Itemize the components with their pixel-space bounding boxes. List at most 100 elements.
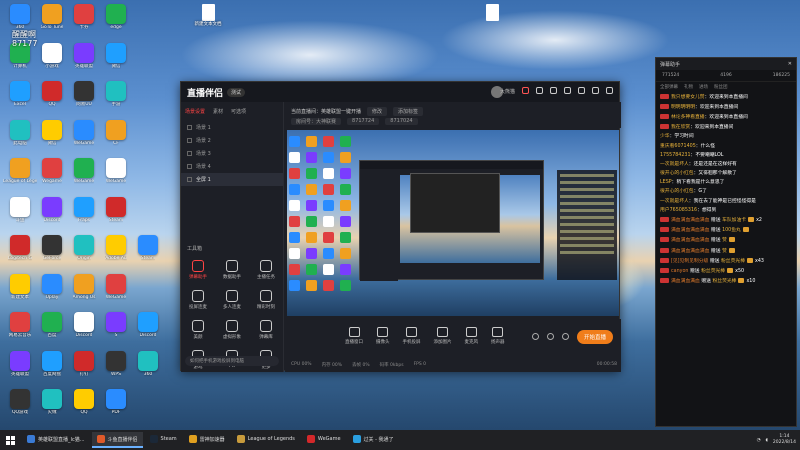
danmaku-message[interactable]: LESP：稍下看我是什么意思了 <box>656 179 796 188</box>
eye-icon[interactable] <box>187 177 192 182</box>
desktop-app-icon[interactable]: Steam <box>100 196 132 223</box>
eye-icon[interactable] <box>187 164 192 169</box>
filter-gift[interactable]: 礼物 <box>684 84 693 90</box>
danmaku-message[interactable]: 很开心的小红包：G了 <box>656 188 796 197</box>
danmaku-message[interactable]: 满血满血满血满血 赠送 赞 <box>656 236 796 246</box>
danmaku-message[interactable]: 用户765085316：想得到 <box>656 206 796 215</box>
mobile-cast-hint[interactable]: 如何把手机游戏投屏到电脑 <box>185 356 279 366</box>
source-control[interactable]: 摄像头 <box>376 327 390 345</box>
desktop-app-icon[interactable]: QQ <box>36 81 68 107</box>
mail-icon[interactable] <box>536 87 543 94</box>
desktop-app-icon[interactable]: Wegame <box>36 158 68 184</box>
add-tag-button[interactable]: 添加标签 <box>393 107 424 116</box>
danmaku-message[interactable]: 我在欣赏：欢迎来到本直播间 <box>656 123 796 133</box>
source-control[interactable]: 手机投屏 <box>403 327 421 345</box>
go-live-button[interactable]: 开始直播 <box>577 330 613 344</box>
scene-item[interactable]: 场景 2 <box>181 134 283 147</box>
tool-button[interactable]: 数据助手 <box>215 260 249 280</box>
tab-options[interactable]: 可选项 <box>231 108 246 115</box>
desktop-app-icon[interactable]: 钉钉 <box>68 350 100 377</box>
desktop-app-icon[interactable]: 百度 <box>36 312 68 338</box>
desktop-app-icon[interactable]: Among Us <box>68 273 100 300</box>
desktop-app-icon[interactable]: S <box>100 312 132 338</box>
start-button[interactable] <box>0 430 20 450</box>
tool-button[interactable]: 投屏连麦 <box>181 290 215 310</box>
desktop-app-icon[interactable]: 百度网盘 <box>36 350 68 377</box>
desktop-file-icon[interactable]: 新建文本文档 <box>195 4 222 27</box>
desktop-app-icon[interactable]: Origin <box>68 235 100 261</box>
taskbar-app[interactable]: WeGame <box>302 432 346 448</box>
filter-all[interactable]: 全部弹幕 <box>660 84 678 90</box>
danmaku-list[interactable]: 我只想要女儿赞：欢迎来到本直播间 明明明明明：欢迎来到本直播间 林论多神看直播：欢迎… <box>656 92 796 287</box>
danmaku-message[interactable]: 林论多神看直播：欢迎来到本直播间 <box>656 112 796 122</box>
scene-item[interactable]: 场景 1 <box>181 121 283 134</box>
danmaku-message[interactable]: 明明明明明：欢迎来到本直播间 <box>656 102 796 112</box>
desktop-app-icon[interactable]: 斗鱼 <box>4 196 36 223</box>
network-icon[interactable]: ◔ <box>757 438 761 443</box>
taskbar-app[interactable]: 雷神加速器 <box>184 432 230 448</box>
desktop-app-icon[interactable]: WeGame <box>100 158 132 184</box>
maximize-icon[interactable] <box>592 87 599 94</box>
version-badge[interactable]: 测试 <box>227 87 246 97</box>
minimize-icon[interactable] <box>578 87 585 94</box>
desktop-app-icon[interactable]: PDF <box>100 389 132 415</box>
volume-icon[interactable]: ◖ <box>766 438 768 443</box>
desktop-app-icon[interactable]: 360 <box>4 4 36 30</box>
taskbar-app[interactable]: League of Legends <box>232 432 300 448</box>
desktop-app-icon[interactable]: Adobe Au <box>100 235 132 261</box>
danmaku-message[interactable]: 1755784231：不要嘲嘲LOL <box>656 151 796 160</box>
tool-button[interactable]: 多人连麦 <box>215 290 249 310</box>
desktop-app-icon[interactable]: 网易UU <box>68 81 100 107</box>
danmaku-message[interactable]: 一次就是坏人：还是还是在这样好有 <box>656 160 796 169</box>
gear-icon[interactable] <box>562 333 569 340</box>
tool-button[interactable]: 主播任务 <box>249 260 283 280</box>
source-control[interactable]: 扬声器 <box>491 327 505 345</box>
desktop-app-icon[interactable]: WeGame <box>68 158 100 184</box>
clock[interactable]: 1:14 2022/8/14 <box>773 434 796 446</box>
desktop-app-icon[interactable]: 网易云音乐 <box>4 312 36 338</box>
desktop-app-icon[interactable]: CF <box>100 119 132 146</box>
desktop-app-icon[interactable]: WeGame <box>100 273 132 300</box>
desktop-app-icon[interactable]: 微信 <box>36 119 68 146</box>
window-titlebar[interactable]: 直播伴侣 测试 大熊猫 <box>181 82 619 102</box>
desktop-app-icon[interactable]: Excel <box>4 81 36 107</box>
filter-enter[interactable]: 进场 <box>699 84 708 90</box>
tab-scenes[interactable]: 场景设置 <box>185 108 205 115</box>
tool-button[interactable]: 精彩时刻 <box>249 290 283 310</box>
record-icon[interactable] <box>532 333 539 340</box>
danmaku-message[interactable]: 一次就是坏人：我在去了能神是已控怪怪得是 <box>656 197 796 206</box>
close-icon[interactable]: ✕ <box>788 61 792 67</box>
desktop-app-icon[interactable]: GoTo Tune <box>36 4 68 30</box>
menu-icon[interactable] <box>564 87 571 94</box>
eye-icon[interactable] <box>187 138 192 143</box>
danmaku-message[interactable]: 满血满血满血满血 赠送 车队加油卡 x2 <box>656 215 796 225</box>
desktop-file-icon[interactable] <box>482 4 502 21</box>
source-control[interactable]: 直播窗口 <box>345 327 363 345</box>
scene-item[interactable]: 场景 3 <box>181 147 283 160</box>
desktop-app-icon[interactable]: 英雄联盟 <box>68 42 100 69</box>
desktop-app-icon[interactable]: 新建文本 <box>4 273 36 300</box>
desktop-app-icon[interactable]: edge <box>100 4 132 30</box>
edit-title-button[interactable]: 修改 <box>367 107 388 116</box>
source-control[interactable]: 添加图片 <box>434 327 452 345</box>
danmaku-header[interactable]: 弹幕助手 ✕ <box>656 58 796 70</box>
tool-button[interactable]: 虚拟形象 <box>215 320 249 340</box>
desktop-app-icon[interactable]: Uplay <box>36 273 68 300</box>
desktop-app-icon[interactable]: Steam <box>132 235 164 261</box>
danmaku-message[interactable]: 很开心的小红包：又徘徊那个解散了 <box>656 170 796 179</box>
settings-icon[interactable] <box>550 87 557 94</box>
taskbar-app[interactable]: 英雄联盟直播_Ic猫... <box>22 432 90 448</box>
tool-button[interactable]: 弹幕库 <box>249 320 283 340</box>
stream-preview[interactable] <box>287 130 619 316</box>
close-icon[interactable] <box>606 87 613 94</box>
source-control[interactable]: 麦克风 <box>465 327 478 345</box>
desktop-app-icon[interactable]: League of Legends <box>3 158 37 184</box>
eye-icon[interactable] <box>187 125 192 130</box>
taskbar-app[interactable]: Steam <box>145 432 182 448</box>
scene-item[interactable]: 场景 4 <box>181 160 283 173</box>
danmaku-message[interactable]: 重庆看6071405：什么怪 <box>656 142 796 151</box>
desktop-app-icon[interactable]: WeGame <box>68 119 100 146</box>
scene-item[interactable]: 全屏 1 <box>181 173 283 186</box>
desktop-app-icon[interactable]: 此电脑 <box>4 119 36 146</box>
desktop-app-icon[interactable]: 微信 <box>100 42 132 69</box>
